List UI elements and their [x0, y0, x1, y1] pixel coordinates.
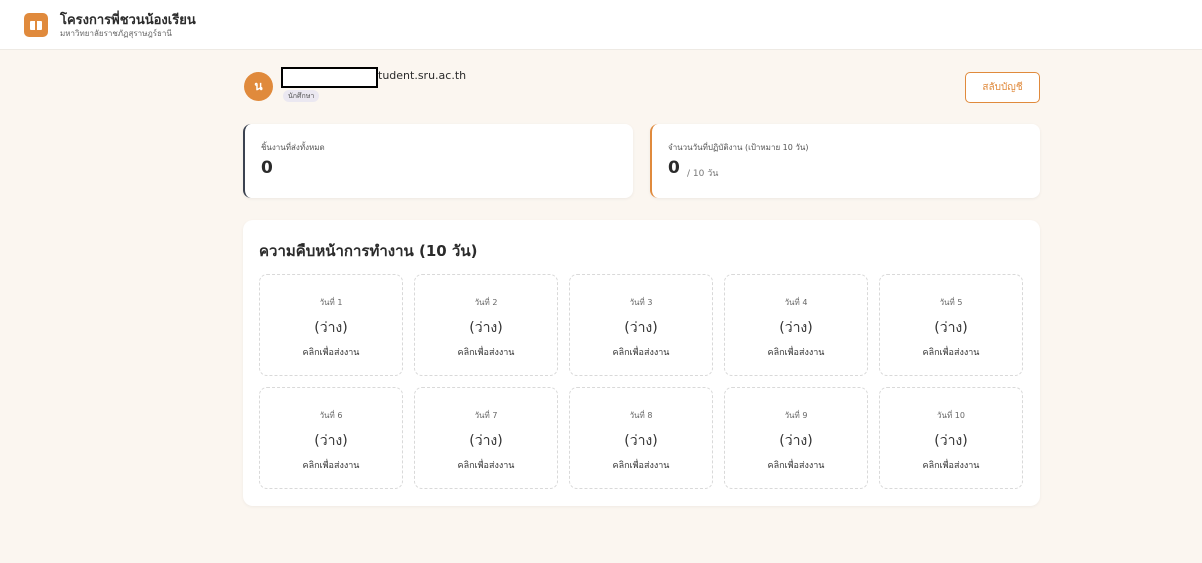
day-action: คลิกเพื่อส่งงาน [767, 348, 825, 358]
day-label: วันที่ 3 [629, 298, 653, 307]
progress-title: ความคืบหน้าการทำงาน (10 วัน) [259, 242, 478, 260]
day-status: (ว่าง) [469, 433, 503, 449]
submitted-work-card: ชิ้นงานที่ส่งทั้งหมด 0 [243, 124, 633, 198]
switch-account-button[interactable]: สลับบัญชี [965, 72, 1040, 103]
day-status: (ว่าง) [314, 433, 348, 449]
day-action: คลิกเพื่อส่งงาน [457, 348, 515, 358]
submitted-work-label: ชิ้นงานที่ส่งทั้งหมด [261, 143, 325, 152]
day-action: คลิกเพื่อส่งงาน [612, 461, 670, 471]
day-cell-8[interactable]: วันที่ 8 (ว่าง) คลิกเพื่อส่งงาน [569, 387, 713, 489]
day-cell-6[interactable]: วันที่ 6 (ว่าง) คลิกเพื่อส่งงาน [259, 387, 403, 489]
day-label: วันที่ 2 [474, 298, 498, 307]
day-grid: วันที่ 1 (ว่าง) คลิกเพื่อส่งงาน วันที่ 2… [259, 274, 1024, 489]
day-status: (ว่าง) [624, 320, 658, 336]
day-cell-1[interactable]: วันที่ 1 (ว่าง) คลิกเพื่อส่งงาน [259, 274, 403, 376]
redacted-email-box [281, 67, 378, 88]
day-label: วันที่ 4 [784, 298, 808, 307]
day-status: (ว่าง) [624, 433, 658, 449]
day-label: วันที่ 9 [784, 411, 808, 420]
day-cell-10[interactable]: วันที่ 10 (ว่าง) คลิกเพื่อส่งงาน [879, 387, 1023, 489]
day-label: วันที่ 7 [474, 411, 498, 420]
day-label: วันที่ 6 [319, 411, 343, 420]
work-days-label: จำนวนวันที่ปฏิบัติงาน (เป้าหมาย 10 วัน) [668, 143, 809, 152]
app-subtitle: มหาวิทยาลัยราชภัฏสุราษฎร์ธานี [60, 29, 172, 38]
day-status: (ว่าง) [934, 320, 968, 336]
top-bar: โครงการพี่ชวนน้องเรียน มหาวิทยาลัยราชภัฏ… [0, 0, 1202, 50]
day-action: คลิกเพื่อส่งงาน [767, 461, 825, 471]
user-email: tudent.sru.ac.th [378, 69, 467, 82]
day-cell-2[interactable]: วันที่ 2 (ว่าง) คลิกเพื่อส่งงาน [414, 274, 558, 376]
submitted-work-value: 0 [261, 158, 273, 178]
day-status: (ว่าง) [469, 320, 503, 336]
role-badge: นักศึกษา [283, 90, 320, 102]
day-status: (ว่าง) [779, 433, 813, 449]
day-cell-4[interactable]: วันที่ 4 (ว่าง) คลิกเพื่อส่งงาน [724, 274, 868, 376]
avatar: น [244, 72, 273, 101]
day-label: วันที่ 1 [319, 298, 343, 307]
day-label: วันที่ 5 [939, 298, 963, 307]
day-cell-3[interactable]: วันที่ 3 (ว่าง) คลิกเพื่อส่งงาน [569, 274, 713, 376]
day-action: คลิกเพื่อส่งงาน [457, 461, 515, 471]
book-icon [24, 13, 48, 37]
day-action: คลิกเพื่อส่งงาน [612, 348, 670, 358]
day-cell-7[interactable]: วันที่ 7 (ว่าง) คลิกเพื่อส่งงาน [414, 387, 558, 489]
day-action: คลิกเพื่อส่งงาน [922, 461, 980, 471]
work-days-card: จำนวนวันที่ปฏิบัติงาน (เป้าหมาย 10 วัน) … [650, 124, 1040, 198]
day-label: วันที่ 8 [629, 411, 653, 420]
day-status: (ว่าง) [314, 320, 348, 336]
day-cell-9[interactable]: วันที่ 9 (ว่าง) คลิกเพื่อส่งงาน [724, 387, 868, 489]
main-content: น tudent.sru.ac.th นักศึกษา สลับบัญชี ชิ… [0, 50, 1202, 563]
day-status: (ว่าง) [934, 433, 968, 449]
day-action: คลิกเพื่อส่งงาน [302, 348, 360, 358]
progress-panel: ความคืบหน้าการทำงาน (10 วัน) วันที่ 1 (ว… [243, 220, 1040, 506]
day-label: วันที่ 10 [937, 411, 965, 420]
day-status: (ว่าง) [779, 320, 813, 336]
work-days-value: 0 [668, 158, 680, 178]
day-cell-5[interactable]: วันที่ 5 (ว่าง) คลิกเพื่อส่งงาน [879, 274, 1023, 376]
day-action: คลิกเพื่อส่งงาน [922, 348, 980, 358]
work-days-suffix: / 10 วัน [687, 169, 719, 179]
day-action: คลิกเพื่อส่งงาน [302, 461, 360, 471]
